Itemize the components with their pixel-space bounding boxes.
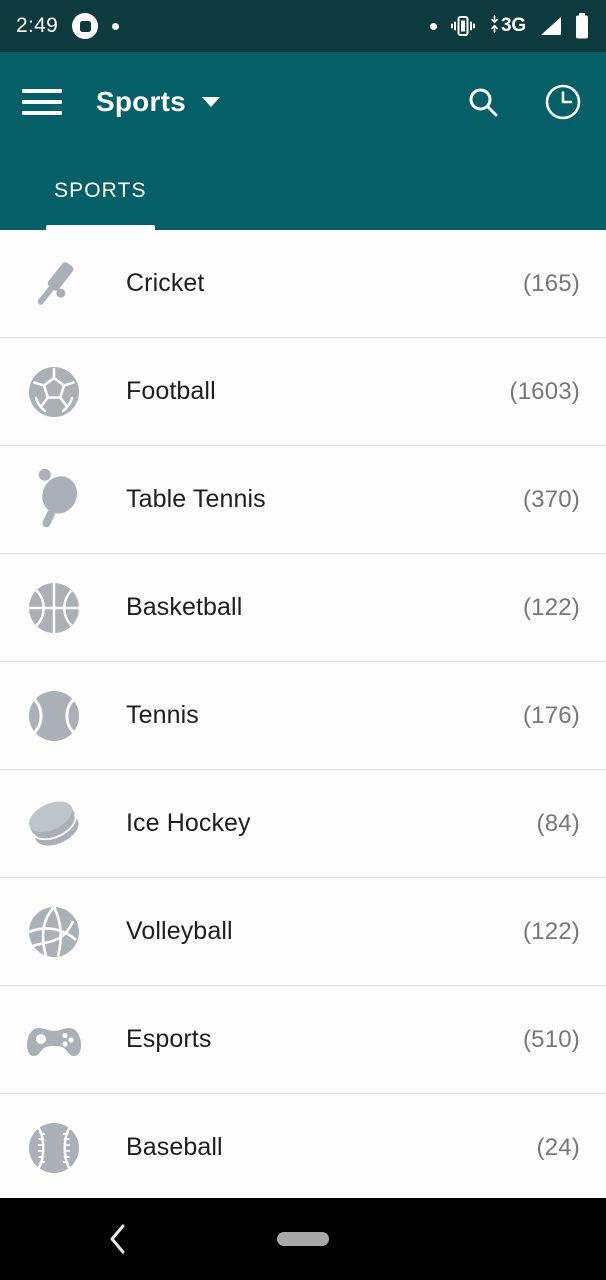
signal-strength-icon [537, 15, 563, 37]
status-bar-right: 3G [430, 13, 590, 39]
tennis-ball-icon [20, 682, 88, 750]
sport-name: Football [126, 377, 216, 405]
network-type-indicator: 3G [489, 15, 526, 37]
sport-name: Table Tennis [126, 485, 266, 513]
hamburger-line [22, 111, 62, 115]
sports-list-item[interactable]: Baseball (24) [0, 1094, 606, 1198]
sports-list-item[interactable]: Football (1603) [0, 338, 606, 446]
clock-history-icon [544, 83, 582, 121]
sports-list[interactable]: Cricket (165) Football (1603) Table Tennis… [0, 230, 606, 1198]
sports-list-item[interactable]: Esports (510) [0, 986, 606, 1094]
sport-name: Volleyball [126, 917, 233, 945]
basketball-icon [20, 574, 88, 642]
sports-list-item[interactable]: Volleyball (122) [0, 878, 606, 986]
tab-sports[interactable]: SPORTS [46, 152, 155, 230]
table-tennis-paddle-icon [20, 466, 88, 534]
baseball-icon [20, 1114, 88, 1182]
sport-event-count: (122) [522, 917, 580, 945]
vibrate-icon [448, 15, 478, 37]
sport-name: Esports [126, 1025, 212, 1053]
history-button[interactable] [542, 81, 584, 123]
home-gesture-pill[interactable] [277, 1232, 329, 1246]
hamburger-line [22, 89, 62, 93]
sport-name: Ice Hockey [126, 809, 251, 837]
search-icon [466, 85, 500, 119]
network-type-label: 3G [501, 15, 526, 36]
sports-list-item[interactable]: Cricket (165) [0, 230, 606, 338]
tab-label: SPORTS [54, 179, 147, 202]
battery-full-icon [574, 13, 590, 39]
status-bar-left: 2:49 [16, 13, 120, 39]
data-transfer-arrows-icon [489, 15, 500, 37]
notification-dot-icon [112, 22, 120, 30]
sport-event-count: (165) [522, 269, 580, 297]
sport-name: Cricket [126, 269, 205, 297]
app-bar: Sports [0, 52, 606, 152]
volleyball-icon [20, 898, 88, 966]
sports-list-item[interactable]: Tennis (176) [0, 662, 606, 770]
sport-event-count: (176) [522, 701, 580, 729]
sports-list-item[interactable]: Basketball (122) [0, 554, 606, 662]
gamepad-icon [20, 1006, 88, 1074]
hamburger-line [22, 100, 62, 104]
page-title: Sports [96, 86, 186, 117]
sport-event-count: (510) [522, 1025, 580, 1053]
sport-name: Baseball [126, 1133, 223, 1161]
tab-bar: SPORTS [0, 152, 606, 230]
back-chevron-icon[interactable] [105, 1222, 131, 1256]
sports-list-item[interactable]: Table Tennis (370) [0, 446, 606, 554]
sport-event-count: (122) [522, 593, 580, 621]
chevron-down-icon [201, 97, 220, 107]
status-dot-icon [430, 22, 438, 30]
sport-name: Basketball [126, 593, 243, 621]
sports-list-item[interactable]: Ice Hockey (84) [0, 770, 606, 878]
hamburger-menu-icon[interactable] [22, 80, 66, 124]
app-bar-actions [462, 81, 584, 123]
sport-event-count: (370) [522, 485, 580, 513]
status-bar-clock: 2:49 [16, 14, 59, 37]
hockey-puck-icon [20, 790, 88, 858]
phone-screen: 2:49 3G Sports SPORTS Cricket (165) Foot… [0, 0, 606, 1280]
cricket-bat-icon [20, 250, 88, 318]
football-icon [20, 358, 88, 426]
search-button[interactable] [462, 81, 504, 123]
sport-event-count: (24) [536, 1133, 580, 1161]
app-title-dropdown[interactable]: Sports [96, 86, 220, 118]
sport-event-count: (1603) [509, 377, 580, 405]
android-navigation-bar [0, 1198, 606, 1280]
sport-name: Tennis [126, 701, 199, 729]
sport-event-count: (84) [536, 809, 580, 837]
screen-record-icon [72, 13, 99, 39]
status-bar: 2:49 3G [0, 0, 606, 52]
